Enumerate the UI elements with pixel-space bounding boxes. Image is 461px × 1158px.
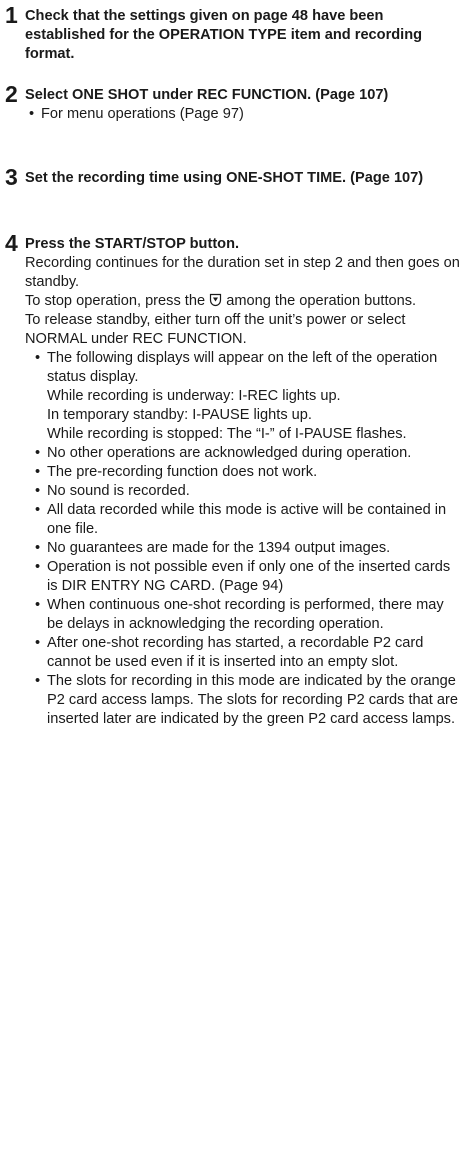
bullet-dot: • — [35, 673, 41, 689]
stop-button-icon — [209, 293, 222, 307]
bullet-dot: • — [35, 464, 41, 480]
bullet-dot: • — [35, 635, 41, 651]
step-number: 3 — [5, 164, 18, 190]
step-heading: Select ONE SHOT under REC FUNCTION. (Pag… — [25, 87, 389, 103]
bullet-list: • For menu operations (Page 97) — [25, 105, 461, 124]
list-item: • No guarantees are made for the 1394 out… — [35, 540, 391, 556]
paragraph: To release standby, either turn off the … — [25, 312, 406, 347]
step-heading: Press the START/STOP button. — [25, 236, 240, 252]
step-heading: Check that the settings given on page 48… — [25, 8, 423, 62]
bullet-dot: • — [35, 540, 41, 556]
step-number: 4 — [5, 230, 18, 256]
list-item: • After one-shot recording has started, a… — [35, 635, 424, 670]
list-item: • No other operations are acknowledged du… — [35, 445, 412, 461]
bullet-dot: • — [35, 483, 41, 499]
bullet-dot: • — [35, 559, 41, 575]
list-item: • The pre-recording function does not wor… — [35, 464, 318, 480]
bullet-list: • The following displays will appear on … — [25, 349, 461, 729]
step-number: 1 — [5, 2, 18, 28]
paragraph: Recording continues for the duration set… — [25, 255, 460, 290]
step-number: 2 — [5, 81, 18, 107]
list-item: • Operation is not possible even if only … — [35, 559, 451, 594]
step-heading: Set the recording time using ONE-SHOT TI… — [25, 170, 424, 186]
bullet-dot: • — [35, 502, 41, 518]
list-item: • When continuous one-shot recording is p… — [35, 597, 444, 632]
list-item: • The slots for recording in this mode ar… — [35, 673, 458, 727]
step-3: 3 Set the recording time using ONE-SHOT … — [0, 164, 461, 190]
step-1: 1 Check that the settings given on page … — [0, 4, 461, 64]
list-item: • For menu operations (Page 97) — [29, 106, 244, 122]
bullet-dot: • — [35, 445, 41, 461]
paragraph: To stop operation, press the among the o… — [25, 293, 417, 309]
list-item: • All data recorded while this mode is ac… — [35, 502, 447, 537]
bullet-dot: • — [35, 597, 41, 613]
bullet-dot: • — [29, 106, 35, 122]
list-item: • The following displays will appear on … — [35, 350, 438, 442]
bullet-dot: • — [35, 350, 41, 366]
step-4: 4 Press the START/STOP button. Recording… — [0, 232, 461, 729]
step-2: 2 Select ONE SHOT under REC FUNCTION. (P… — [0, 83, 461, 124]
list-item: • No sound is recorded. — [35, 483, 190, 499]
